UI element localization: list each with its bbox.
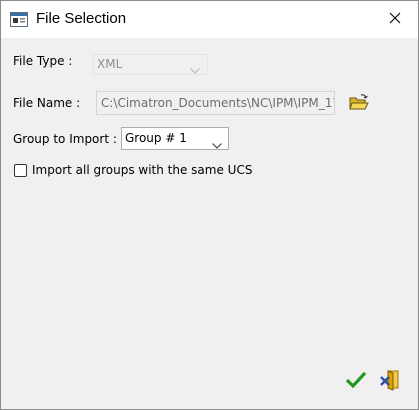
window-app-icon xyxy=(10,12,28,27)
group-to-import-value: Group # 1 xyxy=(125,131,187,145)
group-to-import-select[interactable]: Group # 1 xyxy=(121,127,229,150)
file-type-label: File Type : xyxy=(13,54,73,68)
close-button[interactable] xyxy=(372,1,418,38)
file-selection-dialog: File Selection File Type : XML File Name… xyxy=(0,0,419,410)
chevron-down-icon xyxy=(212,135,222,156)
ok-button[interactable] xyxy=(345,370,367,390)
file-type-select[interactable]: XML xyxy=(93,54,208,75)
dialog-title: File Selection xyxy=(36,10,127,27)
file-type-value: XML xyxy=(97,57,123,71)
open-folder-icon xyxy=(348,94,370,116)
title-bar: File Selection xyxy=(1,1,418,38)
browse-button[interactable] xyxy=(348,93,370,113)
close-icon xyxy=(389,12,401,27)
group-to-import-label: Group to Import : xyxy=(13,132,117,146)
import-all-same-ucs-label[interactable]: Import all groups with the same UCS xyxy=(32,163,252,177)
exit-icon xyxy=(379,370,401,394)
import-all-same-ucs-checkbox[interactable] xyxy=(14,164,27,177)
file-name-label: File Name : xyxy=(13,96,81,110)
checkmark-icon xyxy=(345,371,367,393)
chevron-down-icon xyxy=(190,61,200,80)
file-name-field[interactable]: C:\Cimatron_Documents\NC\IPM\IPM_17 xyxy=(96,91,335,115)
exit-button[interactable] xyxy=(379,369,401,391)
